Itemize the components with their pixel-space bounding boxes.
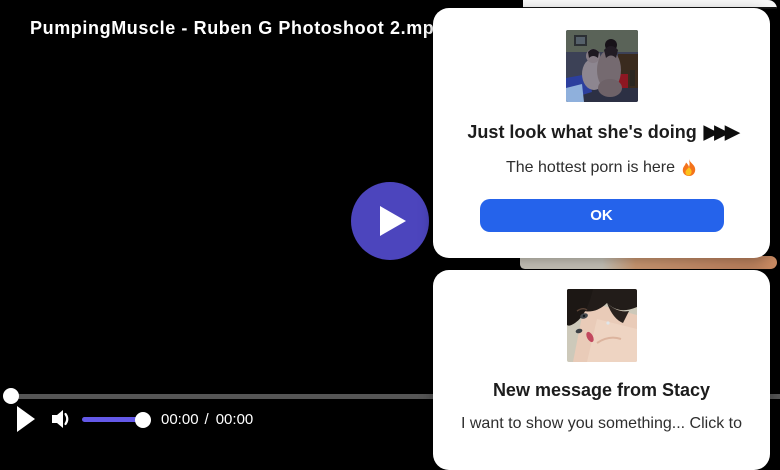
play-icon (17, 406, 35, 432)
speaker-icon (52, 410, 69, 428)
offer-subtext-text: The hottest porn is here (506, 159, 675, 176)
volume-knob[interactable] (135, 412, 151, 428)
video-page: { "window": { "width": 780, "height": 44… (0, 0, 780, 470)
offer-heading-text: Just look what she's doing (467, 122, 697, 142)
current-time: 00:00 (161, 411, 199, 428)
time-display: 00:00 / 00:00 (161, 411, 253, 428)
video-title: PumpingMuscle - Ruben G Photoshoot 2.mp4 (30, 18, 446, 38)
duration-time: 00:00 (215, 411, 254, 428)
play-icon (380, 206, 406, 236)
message-popup[interactable]: New message from Stacy I want to show yo… (433, 270, 770, 470)
message-heading-text: New message from Stacy (492, 380, 711, 400)
offer-popup[interactable]: Just look what she's doing ▶▶▶ The hottes… (433, 8, 770, 258)
ok-button[interactable]: OK (479, 199, 724, 232)
offer-popup-thumbnail (565, 30, 638, 102)
big-play-button[interactable] (351, 182, 429, 260)
progress-knob[interactable] (3, 388, 19, 404)
message-popup-body: I want to show you something... Click to (460, 415, 742, 432)
message-popup-thumbnail (566, 289, 637, 362)
play-button[interactable] (16, 405, 36, 436)
offer-popup-heading: Just look what she's doing ▶▶▶ (467, 121, 740, 144)
volume-button[interactable] (50, 407, 72, 434)
message-popup-heading: New message from Stacy (493, 380, 710, 401)
fire-emoji-icon (681, 159, 697, 177)
offer-popup-subtext: The hottest porn is here (506, 159, 697, 177)
time-separator: / (204, 411, 209, 428)
triple-play-arrows-icon: ▶▶▶ (703, 122, 740, 143)
